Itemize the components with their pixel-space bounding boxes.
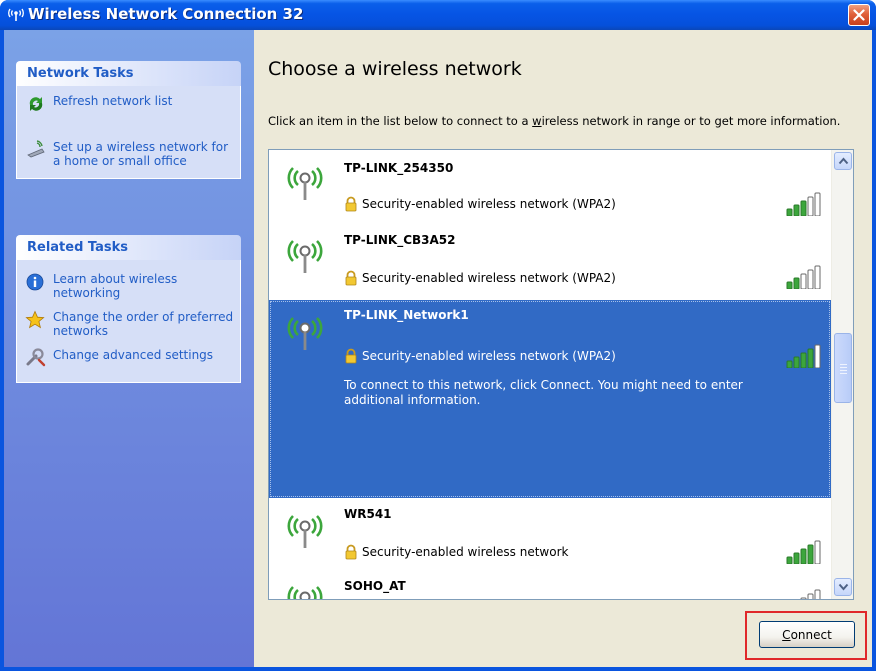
lock-icon bbox=[345, 544, 357, 560]
scroll-thumb[interactable] bbox=[834, 333, 852, 403]
signal-bar bbox=[807, 544, 814, 564]
connect-highlight: Connect bbox=[745, 611, 867, 660]
network-tasks-box: Network Tasks Refresh network list Set u… bbox=[16, 61, 241, 179]
change-order-preferred-link[interactable]: Change the order of preferred networks bbox=[21, 310, 236, 338]
refresh-icon bbox=[29, 97, 43, 111]
network-ssid: TP-LINK_CB3A52 bbox=[344, 233, 456, 247]
signal-bar bbox=[786, 281, 793, 289]
signal-strength-icon bbox=[786, 192, 821, 216]
signal-bar bbox=[793, 204, 800, 216]
signal-bar bbox=[807, 593, 814, 599]
network-security: Security-enabled wireless network (WPA2) bbox=[344, 196, 616, 212]
network-item-tp-link-cb3a52[interactable]: TP-LINK_CB3A52 Security-enabled wireless… bbox=[269, 225, 831, 300]
network-security: Security-enabled wireless network bbox=[344, 544, 568, 560]
signal-bar bbox=[807, 196, 814, 216]
network-security: Security-enabled wireless network (WPA2) bbox=[344, 270, 616, 286]
signal-bar bbox=[786, 208, 793, 216]
signal-bar bbox=[807, 348, 814, 368]
signal-bar bbox=[814, 589, 821, 599]
related-tasks-box: Related Tasks Learn about wireless netwo… bbox=[16, 235, 241, 383]
lock-icon bbox=[345, 196, 357, 212]
learn-wireless-label: Learn about wireless networking bbox=[53, 272, 178, 300]
title-bar[interactable]: Wireless Network Connection 32 bbox=[0, 0, 876, 30]
signal-strength-icon bbox=[786, 265, 821, 289]
page-title: Choose a wireless network bbox=[268, 58, 522, 80]
signal-strength-icon bbox=[786, 540, 821, 564]
wireless-antenna-icon bbox=[287, 167, 323, 200]
wireless-setup-icon bbox=[27, 140, 45, 158]
network-list[interactable]: TP-LINK_254350 Security-enabled wireless… bbox=[268, 149, 854, 600]
close-button[interactable] bbox=[848, 4, 870, 26]
signal-bar bbox=[793, 356, 800, 368]
network-ssid: TP-LINK_254350 bbox=[344, 161, 454, 175]
signal-bar bbox=[814, 540, 821, 564]
scroll-up-button[interactable] bbox=[834, 152, 852, 170]
wireless-antenna-icon bbox=[287, 317, 323, 350]
signal-bar bbox=[793, 552, 800, 564]
star-icon bbox=[25, 310, 45, 329]
network-item-soho-at[interactable]: SOHO_AT bbox=[269, 573, 831, 599]
lock-icon bbox=[345, 270, 357, 286]
network-item-wr541[interactable]: WR541 Security-enabled wireless network bbox=[269, 498, 831, 573]
network-item-tp-link-254350[interactable]: TP-LINK_254350 Security-enabled wireless… bbox=[269, 150, 831, 225]
signal-strength-icon bbox=[800, 589, 821, 599]
signal-bar bbox=[800, 200, 807, 216]
chevron-up-icon bbox=[838, 157, 849, 165]
signal-bar bbox=[800, 352, 807, 368]
network-ssid: WR541 bbox=[344, 507, 392, 521]
network-security: Security-enabled wireless network (WPA2) bbox=[344, 348, 616, 364]
window-title: Wireless Network Connection 32 bbox=[28, 5, 304, 23]
signal-bar bbox=[786, 556, 793, 564]
signal-bar bbox=[800, 548, 807, 564]
change-advanced-settings-label: Change advanced settings bbox=[53, 348, 214, 362]
signal-bar bbox=[800, 597, 807, 599]
refresh-network-list-link[interactable]: Refresh network list bbox=[21, 94, 236, 130]
setup-wireless-network-label: Set up a wireless network for a home or … bbox=[53, 140, 229, 168]
signal-bar bbox=[814, 344, 821, 368]
chevron-down-icon bbox=[838, 583, 849, 591]
setup-wireless-network-link[interactable]: Set up a wireless network for a home or … bbox=[21, 140, 236, 168]
task-pane: Network Tasks Refresh network list Set u… bbox=[4, 30, 254, 667]
connect-instructions: To connect to this network, click Connec… bbox=[344, 378, 743, 407]
network-item-tp-link-network1[interactable]: TP-LINK_Network1 Security-enabled wirele… bbox=[269, 300, 831, 498]
change-order-preferred-label: Change the order of preferred networks bbox=[53, 310, 234, 338]
related-tasks-header[interactable]: Related Tasks bbox=[16, 235, 241, 260]
connect-button[interactable]: Connect bbox=[759, 621, 855, 648]
wireless-icon bbox=[8, 8, 24, 21]
close-icon bbox=[853, 9, 865, 21]
dialog-client: Network Tasks Refresh network list Set u… bbox=[4, 30, 872, 667]
settings-icon bbox=[26, 348, 46, 367]
wireless-antenna-icon bbox=[287, 515, 323, 548]
signal-bar bbox=[814, 192, 821, 216]
lock-icon bbox=[345, 348, 357, 364]
signal-bar bbox=[793, 277, 800, 289]
vertical-scrollbar[interactable] bbox=[831, 150, 853, 599]
network-tasks-header[interactable]: Network Tasks bbox=[16, 61, 241, 86]
info-icon bbox=[26, 273, 44, 291]
refresh-network-list-label: Refresh network list bbox=[53, 94, 173, 108]
instructions-text: Click an item in the list below to conne… bbox=[268, 114, 841, 128]
signal-strength-icon bbox=[786, 344, 821, 368]
scroll-down-button[interactable] bbox=[834, 578, 852, 596]
main-pane: Choose a wireless network Click an item … bbox=[254, 30, 872, 667]
signal-bar bbox=[786, 360, 793, 368]
learn-wireless-link[interactable]: Learn about wireless networking bbox=[21, 272, 236, 300]
signal-bar bbox=[807, 269, 814, 289]
network-ssid: SOHO_AT bbox=[344, 579, 406, 593]
network-ssid: TP-LINK_Network1 bbox=[344, 308, 469, 322]
signal-bar bbox=[800, 273, 807, 289]
window: Wireless Network Connection 32 Network T… bbox=[0, 0, 876, 671]
signal-bar bbox=[814, 265, 821, 289]
wireless-antenna-icon bbox=[287, 240, 323, 273]
wireless-antenna-icon bbox=[287, 586, 323, 599]
change-advanced-settings-link[interactable]: Change advanced settings bbox=[21, 348, 236, 368]
